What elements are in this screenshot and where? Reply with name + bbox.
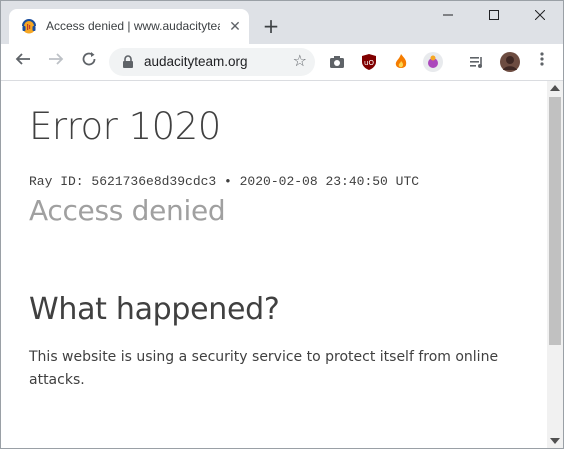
scrollbar-thumb[interactable] <box>549 97 561 345</box>
url-text: audacityteam.org <box>144 54 248 69</box>
scroll-down-icon[interactable] <box>550 438 560 444</box>
maximize-button[interactable] <box>471 1 517 31</box>
scroll-up-icon[interactable] <box>550 85 560 91</box>
tab-title: Access denied | www.audacityteam.org <box>46 19 220 33</box>
error-title: Error 1020 <box>29 105 221 148</box>
address-bar[interactable]: audacityteam.org ☆ <box>109 48 315 76</box>
new-tab-button[interactable]: + <box>259 15 283 39</box>
back-arrow-icon <box>15 53 30 65</box>
tab-strip: Access denied | www.audacityteam.org ✕ + <box>1 1 563 44</box>
back-button[interactable] <box>11 50 35 74</box>
minimize-button[interactable] <box>425 1 471 31</box>
maximize-icon <box>489 10 499 20</box>
browser-window: Access denied | www.audacityteam.org ✕ +… <box>0 0 564 449</box>
tab-active[interactable]: Access denied | www.audacityteam.org ✕ <box>9 9 249 44</box>
vertical-scrollbar[interactable] <box>547 81 563 448</box>
access-denied-heading: Access denied <box>29 194 226 227</box>
forward-arrow-icon <box>49 53 64 65</box>
more-vert-icon <box>540 52 544 66</box>
lock-icon <box>123 55 133 68</box>
what-happened-heading: What happened? <box>29 292 280 327</box>
fire-icon[interactable] <box>392 53 410 71</box>
minimize-icon <box>443 14 453 16</box>
audacity-favicon-icon <box>22 19 36 34</box>
bug-icon[interactable] <box>422 51 444 73</box>
close-icon <box>534 9 546 21</box>
bookmark-star-icon[interactable]: ☆ <box>293 51 307 70</box>
svg-text:uO: uO <box>364 59 374 67</box>
forward-button[interactable] <box>44 50 68 74</box>
menu-button[interactable] <box>530 50 554 74</box>
ublock-icon[interactable]: uO <box>360 53 378 71</box>
media-queue-icon[interactable] <box>468 53 486 71</box>
ray-id-line: Ray ID: 5621736e8d39cdc3 • 2020-02-08 23… <box>29 174 420 189</box>
close-window-button[interactable] <box>517 1 563 31</box>
reload-button[interactable] <box>77 50 101 74</box>
avatar[interactable] <box>499 51 521 73</box>
tab-close-icon[interactable]: ✕ <box>227 19 243 35</box>
page-viewport: Error 1020 Ray ID: 5621736e8d39cdc3 • 20… <box>1 81 547 448</box>
reload-icon <box>82 52 96 66</box>
browser-toolbar: audacityteam.org ☆ uO <box>1 44 563 81</box>
camera-icon[interactable] <box>328 53 346 71</box>
description-text: This website is using a security service… <box>29 349 499 388</box>
